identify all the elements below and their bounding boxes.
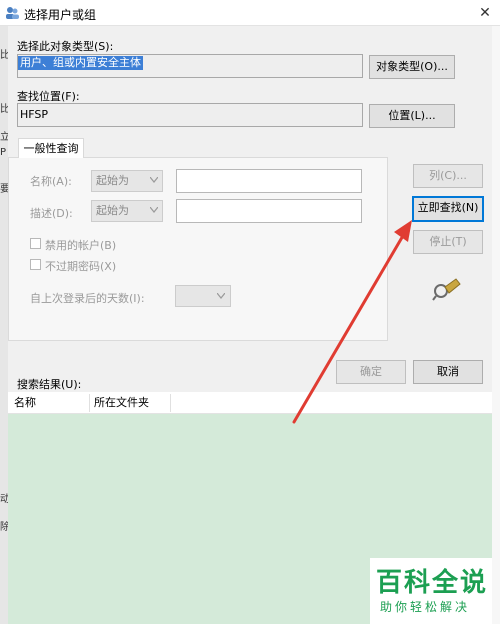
users-icon: [6, 7, 19, 19]
column-header-name[interactable]: 名称: [10, 392, 90, 414]
name-input: [176, 169, 362, 193]
column-header-folder[interactable]: 所在文件夹: [90, 392, 170, 414]
disabled-accounts-checkbox: [30, 238, 41, 249]
location-value: HFSP: [20, 108, 49, 121]
object-type-label: 选择此对象类型(S):: [17, 40, 114, 53]
object-types-button[interactable]: 对象类型(O)...: [369, 55, 455, 79]
search-flashlight-icon: [432, 278, 461, 301]
location-field: [17, 103, 363, 127]
non-expiring-password-checkbox: [30, 259, 41, 270]
chevron-down-icon: [150, 207, 158, 213]
tab-common-queries[interactable]: 一般性查询: [18, 138, 84, 158]
background-text: 除: [0, 522, 8, 533]
annotation-arrow: [292, 220, 412, 424]
close-icon[interactable]: ✕: [470, 0, 500, 26]
cancel-button[interactable]: 取消: [413, 360, 483, 384]
location-label: 查找位置(F):: [17, 90, 80, 103]
description-mode-value: 起始为: [96, 204, 129, 217]
background-text: 比: [0, 104, 8, 115]
background-text: 比: [0, 50, 8, 61]
disabled-accounts-label: 禁用的帐户(B): [45, 239, 117, 252]
window-title: 选择用户或组: [24, 8, 97, 22]
days-since-logon-label: 自上次登录后的天数(I):: [30, 292, 145, 305]
watermark-slogan: 助你轻松解决: [380, 600, 471, 614]
background-text: 要: [0, 184, 8, 195]
background-text: 立: [0, 132, 8, 143]
columns-button: 列(C)...: [413, 164, 483, 188]
watermark-logo: 百科全说: [376, 568, 489, 598]
background-window-edge: [0, 26, 8, 624]
description-label: 描述(D):: [30, 207, 73, 220]
column-divider[interactable]: [170, 394, 171, 412]
locations-button[interactable]: 位置(L)...: [369, 104, 455, 128]
background-text: 动: [0, 494, 8, 505]
search-results-label: 搜索结果(U):: [17, 378, 82, 391]
name-label: 名称(A):: [30, 175, 72, 188]
chevron-down-icon: [217, 293, 225, 299]
object-type-value: 用户、组或内置安全主体: [18, 56, 143, 70]
chevron-down-icon: [150, 177, 158, 183]
non-expiring-password-label: 不过期密码(X): [45, 260, 117, 273]
background-window-edge: [492, 26, 500, 624]
name-mode-value: 起始为: [96, 174, 129, 187]
find-now-button[interactable]: 立即查找(N): [412, 196, 484, 222]
stop-button: 停止(T): [413, 230, 483, 254]
background-text: P: [0, 147, 7, 158]
